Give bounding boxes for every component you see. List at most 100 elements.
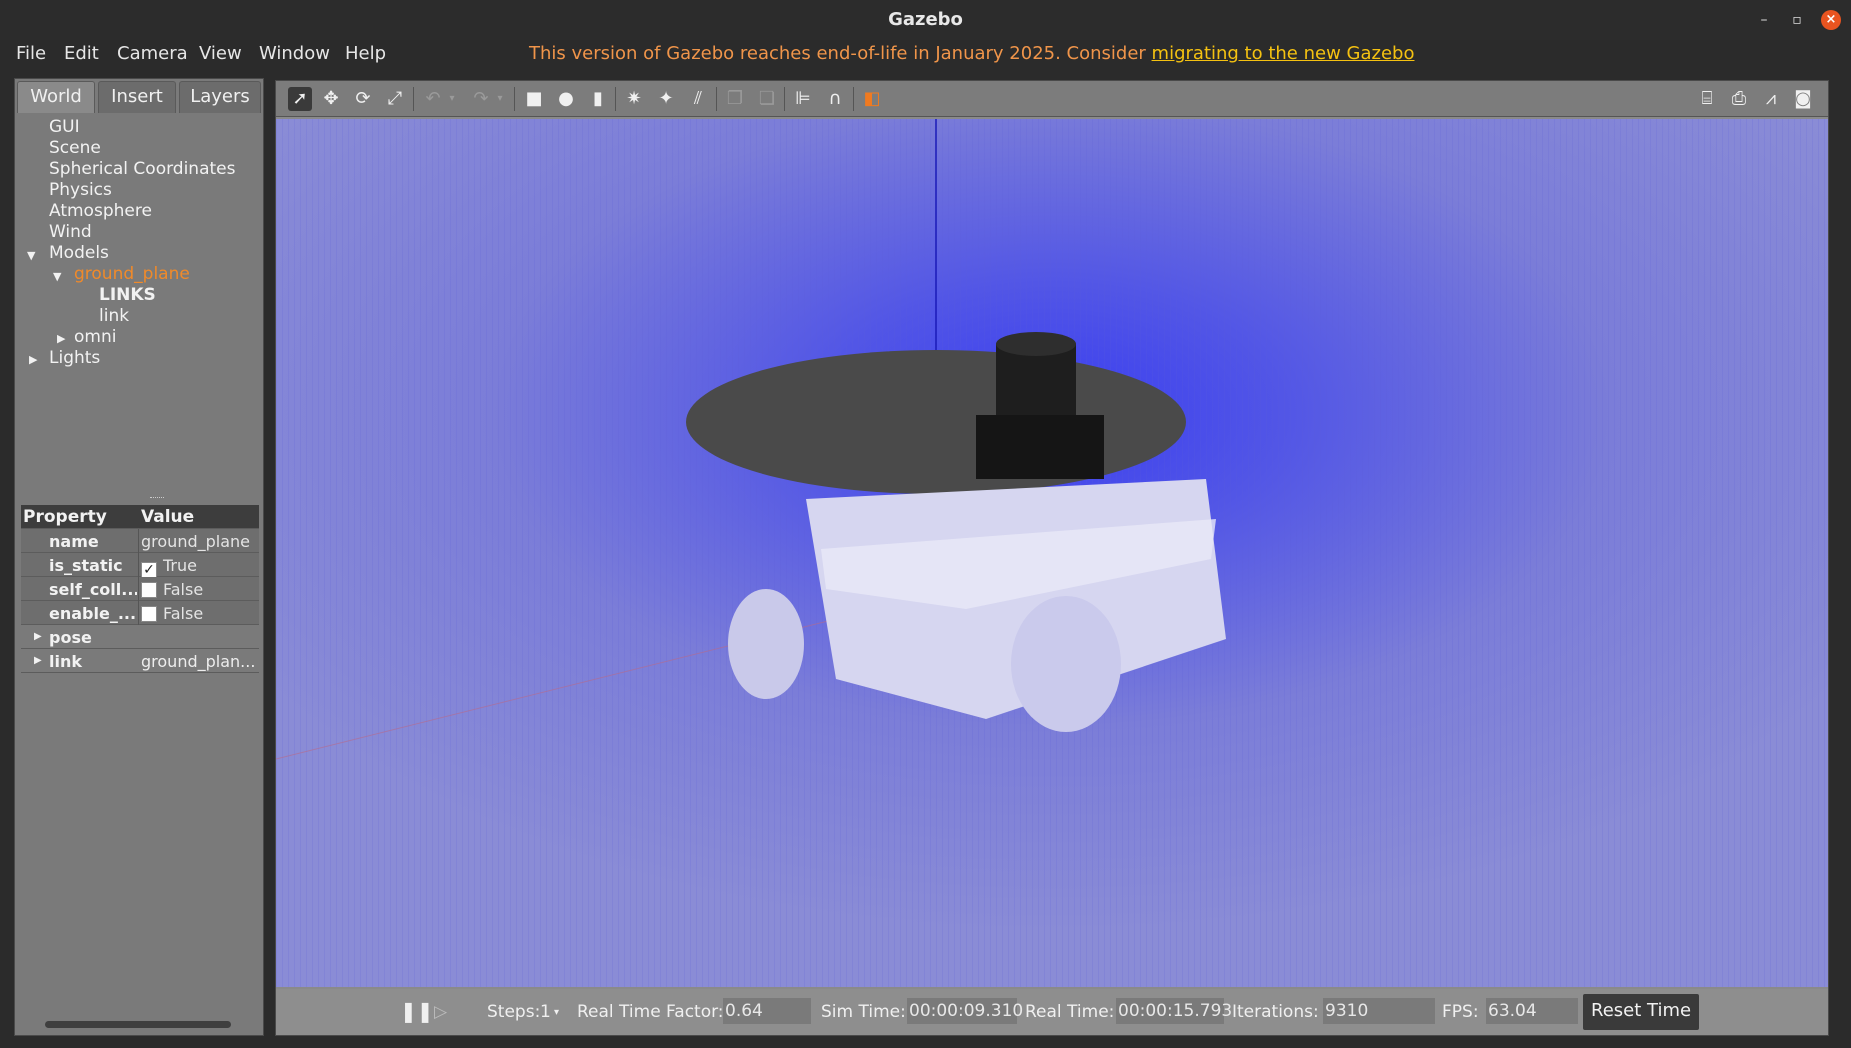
property-row-name[interactable]: name ground_plane [21, 529, 259, 553]
lidar-base [976, 415, 1104, 479]
rtf-label: Real Time Factor: [577, 1002, 724, 1022]
property-label: name [49, 532, 99, 551]
menu-help[interactable]: Help [345, 43, 386, 64]
tree-item-lights[interactable]: Lights [49, 348, 100, 368]
property-row-self-collide[interactable]: self_coll... False [21, 577, 259, 601]
sphere-icon[interactable]: ● [554, 87, 578, 111]
spot-light-icon[interactable]: ✦ [654, 87, 678, 111]
property-row-link[interactable]: ▶ link ground_plan... [21, 649, 259, 673]
3d-scene-view[interactable] [276, 119, 1828, 987]
tree-item-link[interactable]: link [99, 306, 129, 326]
property-label: pose [49, 628, 92, 647]
redo-icon[interactable]: ↷ [469, 87, 493, 111]
tree-item-wind[interactable]: Wind [49, 222, 92, 242]
scale-icon[interactable]: ⤢ [383, 87, 407, 111]
minimize-button[interactable]: – [1754, 10, 1774, 30]
tree-header-links: LINKS [99, 285, 156, 305]
pause-icon[interactable]: ❚❚ [400, 999, 434, 1023]
iterations-value: 9310 [1323, 998, 1435, 1024]
tree-item-models[interactable]: Models [49, 243, 109, 263]
steps-label: Steps: [487, 1002, 541, 1022]
title-bar: Gazebo – ▫ × [0, 0, 1851, 40]
property-label: is_static [49, 556, 123, 575]
menu-file[interactable]: File [16, 43, 46, 64]
screenshot-icon[interactable]: ⌸ [1695, 87, 1719, 111]
is-static-checkbox[interactable]: ✓ [141, 562, 157, 578]
property-value: ground_plane [141, 532, 250, 551]
menu-window[interactable]: Window [259, 43, 330, 64]
tree-item-scene[interactable]: Scene [49, 138, 101, 158]
close-button[interactable]: × [1821, 10, 1841, 30]
reset-time-button[interactable]: Reset Time [1583, 994, 1700, 1030]
snap-icon[interactable]: ∩ [823, 87, 847, 111]
left-panel: World Insert Layers GUI Scene Spherical … [14, 78, 264, 1036]
real-time-value: 00:00:15.793 [1116, 998, 1232, 1024]
expanded-arrow-icon[interactable]: ▼ [53, 270, 61, 283]
video-icon[interactable]: ◙ [1791, 87, 1815, 111]
translate-icon[interactable]: ✥ [319, 87, 343, 111]
property-value: False [163, 580, 204, 599]
fps-value: 63.04 [1486, 998, 1578, 1024]
wheel-front-right [1011, 596, 1121, 732]
tree-item-physics[interactable]: Physics [49, 180, 112, 200]
eol-notice: This version of Gazebo reaches end-of-li… [529, 43, 1414, 64]
rotate-icon[interactable]: ⟳ [351, 87, 375, 111]
undo-dropdown-icon[interactable]: ▾ [446, 87, 458, 111]
maximize-button[interactable]: ▫ [1787, 10, 1807, 30]
collapsed-arrow-icon[interactable]: ▶ [34, 631, 42, 642]
paste-icon[interactable]: ❏ [755, 87, 779, 111]
expanded-arrow-icon[interactable]: ▼ [27, 249, 35, 262]
scene-render [276, 119, 1828, 987]
panel-splitter[interactable] [150, 497, 164, 500]
property-table: Property Value name ground_plane is_stat… [21, 505, 259, 673]
tree-item-omni[interactable]: omni [74, 327, 116, 347]
copy-icon[interactable]: ❐ [723, 87, 747, 111]
world-tree: GUI Scene Spherical Coordinates Physics … [17, 113, 263, 413]
property-row-enable-wind[interactable]: enable_... False [21, 601, 259, 625]
tree-item-ground-plane[interactable]: ground_plane [74, 264, 190, 284]
horizontal-scrollbar[interactable] [45, 1021, 231, 1028]
align-icon[interactable]: ⊫ [791, 87, 815, 111]
window-title: Gazebo [888, 9, 963, 30]
tree-item-atmosphere[interactable]: Atmosphere [49, 201, 152, 221]
migration-link[interactable]: migrating to the new Gazebo [1152, 43, 1415, 64]
viewport-container: ➚ ✥ ⟳ ⤢ ↶ ▾ ↷ ▾ ■ ● ▮ ✷ ✦ ⫽ ❐ ❏ ⊫ ∩ ◧ ⌸ … [275, 80, 1829, 1036]
enable-wind-checkbox[interactable] [141, 606, 157, 622]
left-tabs: World Insert Layers [17, 81, 263, 113]
steps-dropdown-icon[interactable]: ▾ [554, 1007, 559, 1018]
point-light-icon[interactable]: ✷ [622, 87, 646, 111]
status-bar: ❚❚ ▷ Steps: 1 ▾ Real Time Factor: 0.64 S… [276, 989, 1828, 1035]
property-label: self_coll... [49, 580, 137, 599]
property-row-pose[interactable]: ▶ pose [21, 625, 259, 649]
plot-icon[interactable]: ⩘ [1759, 87, 1783, 111]
tree-item-gui[interactable]: GUI [49, 117, 80, 137]
menu-view[interactable]: View [199, 43, 242, 64]
collapsed-arrow-icon[interactable]: ▶ [34, 655, 42, 666]
iterations-label: Iterations: [1232, 1002, 1319, 1022]
undo-icon[interactable]: ↶ [421, 87, 445, 111]
property-table-header: Property Value [21, 505, 259, 529]
menu-bar: File Edit Camera View Window Help This v… [0, 40, 1851, 67]
view-angle-icon[interactable]: ◧ [860, 87, 884, 111]
tab-world[interactable]: World [17, 81, 95, 113]
tree-item-spherical-coordinates[interactable]: Spherical Coordinates [49, 159, 235, 179]
select-arrow-icon[interactable]: ➚ [288, 87, 312, 111]
menu-camera[interactable]: Camera [117, 43, 188, 64]
steps-value[interactable]: 1 [540, 1002, 551, 1022]
redo-dropdown-icon[interactable]: ▾ [494, 87, 506, 111]
tab-insert[interactable]: Insert [98, 81, 176, 113]
menu-edit[interactable]: Edit [64, 43, 99, 64]
scene-toolbar: ➚ ✥ ⟳ ⤢ ↶ ▾ ↷ ▾ ■ ● ▮ ✷ ✦ ⫽ ❐ ❏ ⊫ ∩ ◧ ⌸ … [276, 81, 1828, 117]
self-collide-checkbox[interactable] [141, 582, 157, 598]
cylinder-icon[interactable]: ▮ [586, 87, 610, 111]
property-value: ground_plan... [141, 652, 256, 671]
box-icon[interactable]: ■ [522, 87, 546, 111]
collapsed-arrow-icon[interactable]: ▶ [57, 332, 65, 345]
tab-layers[interactable]: Layers [179, 81, 261, 113]
directional-light-icon[interactable]: ⫽ [686, 87, 710, 111]
collapsed-arrow-icon[interactable]: ▶ [29, 353, 37, 366]
property-row-is-static[interactable]: is_static ✓ True [21, 553, 259, 578]
step-icon[interactable]: ▷ [434, 1002, 447, 1022]
sim-time-value: 00:00:09.310 [907, 998, 1023, 1024]
log-icon[interactable]: ⎙ [1727, 87, 1751, 111]
